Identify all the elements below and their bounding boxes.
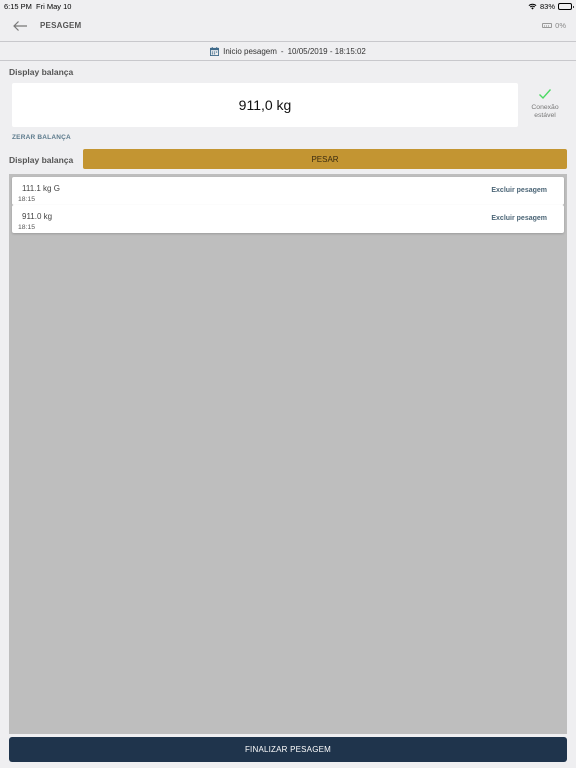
start-datetime: 10/05/2019 - 18:15:02 bbox=[287, 47, 366, 56]
delete-weighing-button[interactable]: Excluir pesagem bbox=[491, 187, 547, 194]
battery-icon bbox=[558, 3, 574, 10]
start-separator: - bbox=[280, 47, 284, 56]
status-bar: 6:15 PM Fri May 10 83% bbox=[0, 0, 576, 12]
start-label: Inicio pesagem bbox=[223, 47, 277, 56]
status-date: Fri May 10 bbox=[36, 2, 72, 11]
scale-battery-icon bbox=[542, 23, 553, 28]
wifi-icon bbox=[528, 3, 537, 10]
scale-display: 911,0 kg bbox=[12, 83, 518, 127]
connection-status-text: Conexão estável bbox=[531, 104, 559, 119]
weighing-weight: 111.1 kg G bbox=[22, 184, 60, 193]
finish-weighing-button[interactable]: FINALIZAR PESAGEM bbox=[9, 737, 567, 762]
weigh-row-label: Display balança bbox=[9, 155, 74, 165]
weighing-time: 18:15 bbox=[18, 224, 36, 231]
check-icon bbox=[539, 89, 552, 100]
battery-percent: 83% bbox=[539, 2, 555, 11]
weighing-list: 111.1 kg G 18:15 Excluir pesagem 911.0 k… bbox=[9, 174, 567, 734]
weighing-list-item: 911.0 kg 18:15 Excluir pesagem bbox=[12, 205, 564, 233]
delete-weighing-button[interactable]: Excluir pesagem bbox=[491, 215, 547, 222]
scale-battery-percent: 0% bbox=[555, 21, 566, 30]
weighing-weight: 911.0 kg bbox=[22, 212, 53, 221]
zero-scale-button[interactable]: ZERAR BALANÇA bbox=[12, 134, 71, 141]
calendar-icon bbox=[210, 47, 220, 56]
weighing-time: 18:15 bbox=[18, 196, 36, 203]
page-title: PESAGEM bbox=[40, 21, 82, 30]
status-time: 6:15 PM bbox=[4, 2, 32, 11]
weighing-list-item: 111.1 kg G 18:15 Excluir pesagem bbox=[12, 177, 564, 205]
weigh-button[interactable]: PESAR bbox=[83, 149, 567, 169]
display-label: Display balança bbox=[9, 67, 74, 77]
scale-battery-status: 0% bbox=[542, 21, 566, 30]
status-right: 83% bbox=[528, 2, 574, 11]
nav-bar: PESAGEM 0% bbox=[0, 12, 576, 42]
scale-display-value: 911,0 kg bbox=[238, 97, 292, 113]
arrow-left-icon[interactable] bbox=[12, 19, 28, 33]
connection-status: Conexão estável bbox=[522, 86, 568, 120]
weighing-start-row: Inicio pesagem - 10/05/2019 - 18:15:02 bbox=[0, 43, 576, 61]
